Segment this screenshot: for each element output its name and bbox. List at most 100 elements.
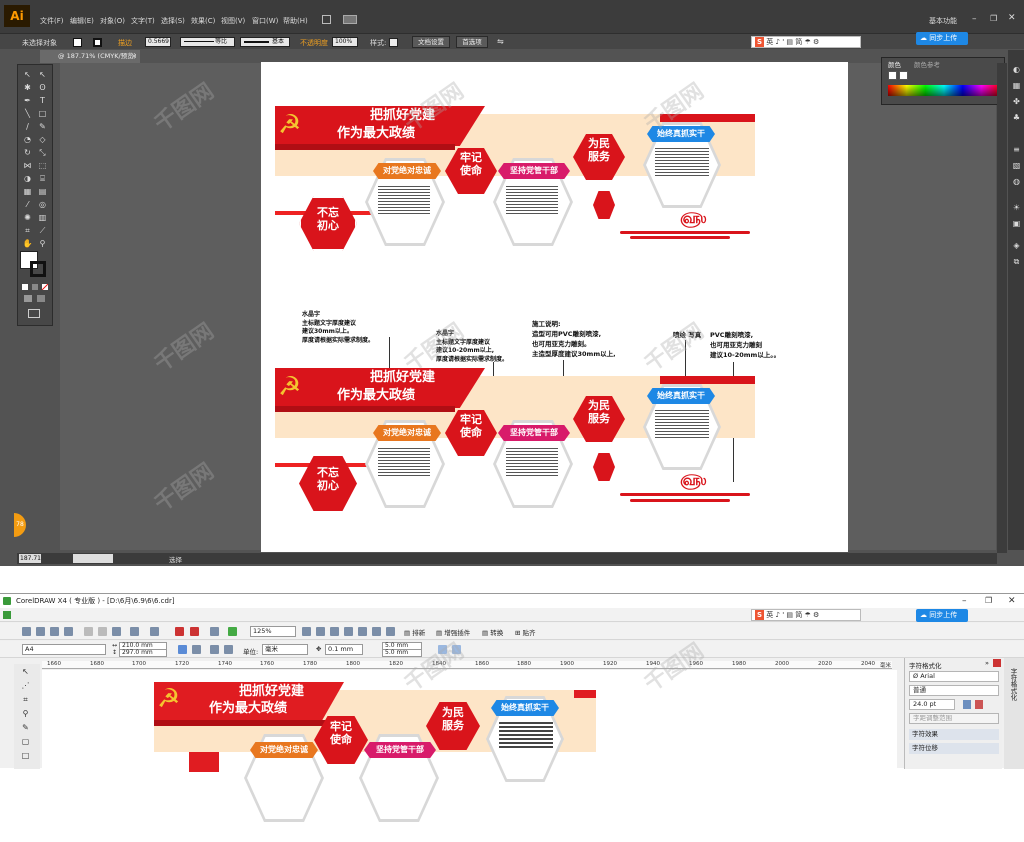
cloud-upload-button[interactable]: ☁ 同步上传 xyxy=(916,32,968,45)
save-icon[interactable] xyxy=(50,627,59,636)
kerning-range-input[interactable]: 字距调整范围 xyxy=(909,713,999,724)
lasso-icon[interactable]: ʘ xyxy=(37,82,48,93)
crop-tool-icon[interactable]: ⌗ xyxy=(20,694,31,705)
color-panel-icon[interactable]: ◐ xyxy=(1011,64,1022,75)
symbols-icon[interactable]: ♣ xyxy=(1011,112,1022,123)
paintbrush-icon[interactable]: ∕ xyxy=(22,121,33,132)
smart-fill-icon[interactable]: ▢ xyxy=(20,736,31,747)
unit-select[interactable]: 毫米 xyxy=(262,644,308,655)
plugin-enhance[interactable]: ▤ 增强插件 xyxy=(436,627,470,637)
none-mode-icon[interactable] xyxy=(42,284,48,290)
arrange-documents-icon[interactable] xyxy=(343,15,357,24)
ime-item[interactable]: ☂ xyxy=(804,611,810,619)
ime-toolbar[interactable]: S 英 ♪ ' ▤ 简 ☂ ⚙ xyxy=(751,36,861,48)
draw-inside-icon[interactable] xyxy=(37,295,45,302)
slice-tool-icon[interactable]: ⟋ xyxy=(37,225,48,236)
close-icon[interactable]: ✕ xyxy=(1008,13,1016,23)
menu-object[interactable]: 对象(O) xyxy=(100,16,125,26)
shape-tool-icon[interactable]: ⋰ xyxy=(20,680,31,691)
landscape-icon[interactable] xyxy=(192,645,201,654)
docker-side-tab[interactable]: 字符格式化 xyxy=(1008,668,1018,701)
duplicate-y-input[interactable]: 5.0 mm xyxy=(382,649,422,657)
portrait-icon[interactable] xyxy=(178,645,187,654)
plugin-convert[interactable]: ▤ 转换 xyxy=(482,627,503,637)
cdr-cloud-upload-button[interactable]: ☁ 同步上传 xyxy=(916,609,968,622)
cdr-close-icon[interactable]: ✕ xyxy=(1008,594,1016,608)
welcome-icon[interactable] xyxy=(228,627,237,636)
color-mode-icon[interactable] xyxy=(22,284,28,290)
zoom-page-icon[interactable] xyxy=(358,627,367,636)
cut-icon[interactable] xyxy=(84,627,93,636)
ime-item[interactable]: ' xyxy=(782,611,784,619)
rectangle-icon[interactable]: □ xyxy=(20,750,31,761)
document-tab[interactable]: @ 187.71% (CMYK/预览) × xyxy=(40,50,140,63)
bridge-icon[interactable] xyxy=(322,15,331,24)
ime-item[interactable]: ⚙ xyxy=(813,38,819,46)
rotate-icon[interactable]: ↻ xyxy=(22,147,33,158)
draw-mode-icon[interactable] xyxy=(24,295,32,302)
menu-file[interactable]: 文件(F) xyxy=(40,16,64,26)
layers-icon[interactable]: ◈ xyxy=(1011,240,1022,251)
freehand-tool-icon[interactable]: ✎ xyxy=(20,722,31,733)
zoom-selected-icon[interactable] xyxy=(330,627,339,636)
color-tab[interactable]: 颜色 xyxy=(888,59,901,69)
zoom-level-input[interactable]: 187.71 xyxy=(19,554,41,563)
menu-select[interactable]: 选择(S) xyxy=(161,16,185,26)
stroke-color-icon[interactable] xyxy=(30,261,46,277)
snap-objects-icon[interactable] xyxy=(452,645,461,654)
preferences-button[interactable]: 首选项 xyxy=(456,36,488,48)
direct-selection-tool-icon[interactable]: ↖ xyxy=(37,69,48,80)
character-effects-section[interactable]: 字符效果 xyxy=(909,729,999,740)
plugin-new[interactable]: ▤ 排新 xyxy=(404,627,425,637)
side-badge[interactable]: 78 xyxy=(14,513,26,537)
magic-wand-icon[interactable]: ✱ xyxy=(22,82,33,93)
copy-icon[interactable] xyxy=(98,627,107,636)
cdr-zoom-tool-icon[interactable]: ⚲ xyxy=(20,708,31,719)
graphic-style-swatch[interactable] xyxy=(389,38,398,47)
docker-close-icon[interactable] xyxy=(993,659,1001,667)
font-style-select[interactable]: 普通 xyxy=(909,685,999,696)
zoom-height-icon[interactable] xyxy=(386,627,395,636)
hand-tool-icon[interactable]: ✋ xyxy=(22,238,33,249)
ime-item[interactable]: ☂ xyxy=(804,38,810,46)
current-page-icon[interactable] xyxy=(224,645,233,654)
type-tool-icon[interactable]: T xyxy=(37,95,48,106)
ime-item[interactable]: ♪ xyxy=(776,38,780,46)
font-select[interactable]: Ø Arial xyxy=(909,671,999,682)
graphic-styles-icon[interactable]: ▣ xyxy=(1011,218,1022,229)
stroke-label[interactable]: 描边 xyxy=(118,38,132,48)
pen-tool-icon[interactable]: ✒ xyxy=(22,95,33,106)
app-launcher-icon[interactable] xyxy=(210,627,219,636)
menu-help[interactable]: 帮助(H) xyxy=(283,16,308,26)
plugin-snap[interactable]: ⊞ 贴齐 xyxy=(515,627,536,637)
zoom-tool-icon[interactable]: ⚲ xyxy=(37,238,48,249)
new-icon[interactable] xyxy=(22,627,31,636)
brushes-icon[interactable]: ✤ xyxy=(1011,96,1022,107)
page-height-input[interactable]: 297.0 mm xyxy=(119,649,167,657)
menu-view[interactable]: 视图(V) xyxy=(221,16,245,26)
brush-definition[interactable]: 基本 xyxy=(240,37,290,47)
fill-swatch[interactable] xyxy=(73,38,82,47)
artboards-icon[interactable]: ⧉ xyxy=(1011,256,1022,267)
ime-item[interactable]: ▤ xyxy=(786,38,793,46)
fill-chip[interactable] xyxy=(888,71,897,80)
treat-as-filled-icon[interactable] xyxy=(438,645,447,654)
underline-icon[interactable] xyxy=(963,700,971,709)
opacity-label[interactable]: 不透明度 xyxy=(300,38,328,48)
pencil-icon[interactable]: ✎ xyxy=(37,121,48,132)
minimize-icon[interactable]: – xyxy=(972,14,977,24)
ai-artboard[interactable]: ☭ 把抓好党建 作为最大政绩 不忘 初心 牢记 使命 为民 服务 对党绝对忠诚 … xyxy=(261,62,848,552)
free-transform-icon[interactable]: ⬚ xyxy=(37,160,48,171)
perspective-grid-icon[interactable]: ⌸ xyxy=(37,173,48,184)
rectangle-tool-icon[interactable]: □ xyxy=(37,108,48,119)
shape-builder-icon[interactable]: ◑ xyxy=(22,173,33,184)
zoom-all-icon[interactable] xyxy=(344,627,353,636)
cdr-restore-icon[interactable]: ❐ xyxy=(985,594,992,608)
character-shift-section[interactable]: 字符位移 xyxy=(909,743,999,754)
docker-expand-icon[interactable]: » xyxy=(985,659,989,667)
artboard-navigator[interactable] xyxy=(73,554,113,563)
blob-brush-icon[interactable]: ◔ xyxy=(22,134,33,145)
ime-item[interactable]: 英 xyxy=(766,611,773,619)
all-pages-icon[interactable] xyxy=(210,645,219,654)
opacity-input[interactable]: 100% xyxy=(332,37,358,47)
